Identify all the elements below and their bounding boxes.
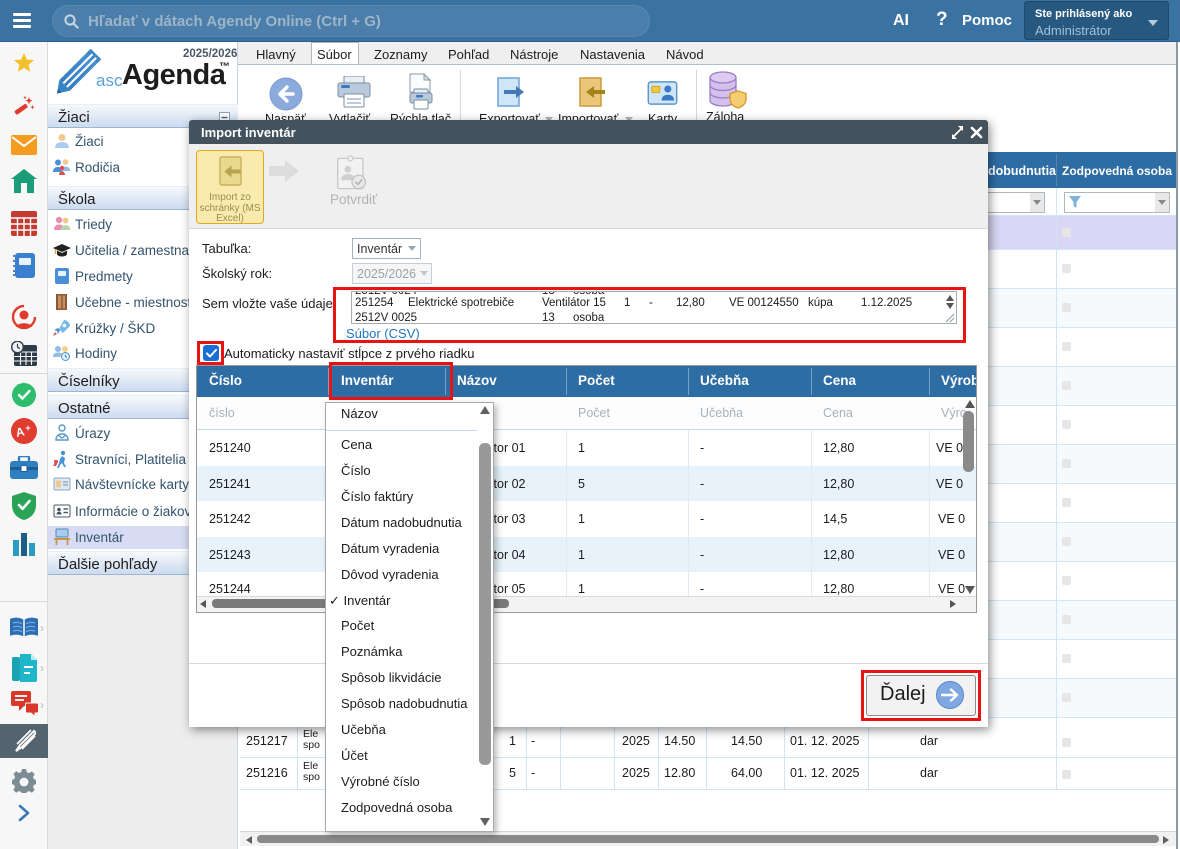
- svg-text:+: +: [25, 423, 30, 433]
